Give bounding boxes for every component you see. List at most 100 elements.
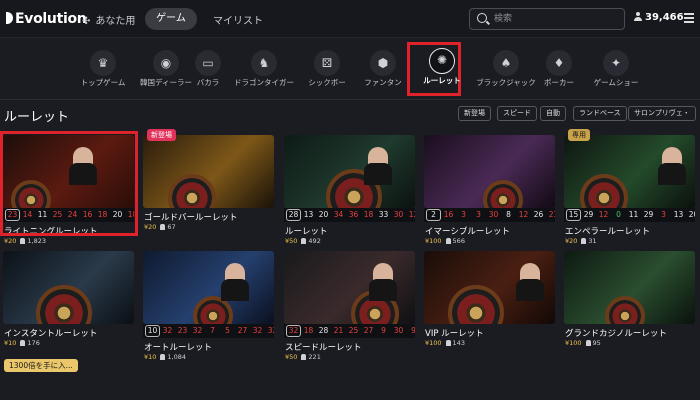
result-number: 32 [192,326,203,335]
dice-icon: ⚄ [314,50,340,76]
category-roulette[interactable]: ✺ ルーレット [407,42,461,96]
result-number: 12 [518,210,529,219]
filter-chip[interactable]: 新登場 [458,106,491,121]
game-meta: ¥50 221 [285,353,321,361]
game-thumbnail[interactable] [424,251,555,324]
roulette-icon: ✺ [429,48,455,74]
result-number: 25 [348,326,359,335]
result-number: 20 [688,210,695,219]
game-meta: ¥100 143 [425,339,465,347]
evolution-logo[interactable]: Evolution [6,11,87,27]
roulette-wheel-icon [483,180,523,208]
player-count: 1,084 [160,353,186,361]
player-count-value: 1,823 [27,237,47,245]
player-count: 31 [581,237,597,245]
category-trophy[interactable]: ♛ トップゲーム [68,44,138,96]
filter-chip[interactable]: ランドベース [573,106,627,121]
game-name: グランドカジノルーレット [565,329,667,339]
game-tile[interactable]: 2813 20 34 36 18 33 30 12 ルーレット¥50 492 [284,135,415,247]
game-meta: ¥100 95 [565,339,601,347]
player-count-value: 566 [452,237,465,245]
game-name: ルーレット [285,227,328,237]
hamburger-menu-icon[interactable] [684,13,694,23]
filter-chip[interactable]: スピード [497,106,537,121]
result-number: 25 [52,210,63,219]
result-number: 9 [381,326,386,335]
player-count-value: 1,084 [167,353,187,361]
result-number: 30 [488,210,499,219]
player-icon [445,238,451,244]
result-number: 18 [363,210,374,219]
recent-results: 2314 11 25 24 16 18 20 18 [3,208,134,222]
game-thumbnail[interactable] [143,251,274,324]
game-tile[interactable]: VIP ルーレット ¥100 143 [424,251,555,349]
result-number: 16 [82,210,93,219]
result-number: 30 [393,210,404,219]
game-thumbnail[interactable] [424,135,555,208]
game-meta: ¥20 67 [144,223,176,231]
game-tile[interactable]: 新登場 ゴールドバールーレット ¥20 67 [143,129,274,233]
player-icon [301,354,307,360]
result-number: 28 [286,209,301,221]
player-icon [20,340,26,346]
game-thumbnail[interactable] [564,135,695,208]
gameshow-icon: ✦ [603,50,629,76]
bet-limit: ¥10 [4,339,17,347]
game-thumbnail[interactable] [284,251,415,324]
result-number: 32 [286,325,301,337]
filter-chip[interactable]: サロンプリヴェ・ [628,106,696,121]
top-bar: Evolution ✣ あなた用 ゲーム マイリスト 39,466 [0,0,700,38]
filter-chip[interactable]: 自動 [540,106,566,121]
recent-results: 1529120112931320 [564,208,695,222]
bet-limit: ¥20 [565,237,578,245]
result-number: 3 [461,210,466,219]
game-tile[interactable]: インスタントルーレット ¥10 176 [3,251,134,349]
game-thumbnail[interactable] [284,135,415,208]
search-input[interactable] [494,11,619,27]
category-label: トップゲーム [80,78,126,87]
recent-results: 32 18 28 21 25 27 9 30 9 [284,324,415,338]
fantan-icon: ⬢ [370,50,396,76]
game-tile[interactable]: グランドカジノルーレット ¥100 95 [564,251,695,349]
player-count-value: 176 [27,339,40,347]
divider [0,99,700,100]
player-count-value: 67 [167,223,176,231]
result-number: 11 [37,210,48,219]
game-tile[interactable]: 2314 11 25 24 16 18 20 18 ライトニングルーレット¥20 1,823 [3,135,134,247]
result-number: 9 [411,326,415,335]
nav-for-you[interactable]: ✣ あなた用 [82,12,135,27]
game-meta: ¥10 176 [4,339,40,347]
tile-badge: 専用 [568,129,590,141]
game-thumbnail[interactable] [3,135,134,208]
game-name: VIP ルーレット [425,329,484,339]
result-number: 16 [443,210,454,219]
player-icon [20,238,26,244]
game-tile[interactable]: 1032233275273232オートルーレット¥101,084 [143,251,274,363]
bet-limit: ¥100 [425,237,442,245]
nav-my-list[interactable]: マイリスト [213,12,263,27]
game-thumbnail[interactable] [143,135,274,208]
player-count: 143 [445,339,465,347]
player-icon [445,340,451,346]
game-tile[interactable]: 専用1529120112931320エンペラールーレット¥2031 [564,129,695,247]
category-dragon[interactable]: ♞ ドラゴンタイガー [229,44,299,96]
game-tile[interactable]: 32 18 28 21 25 27 9 30 9 スピードルーレット ¥50 221 [284,251,415,363]
roulette-wheel-icon [36,284,92,324]
game-thumbnail[interactable] [3,251,134,324]
search-box[interactable] [469,8,625,30]
result-number: 23 [548,210,555,219]
game-thumbnail[interactable] [564,251,695,324]
player-count-value: 492 [308,237,321,245]
result-number: 13 [303,210,314,219]
recent-results: 216 3 3 30 8 12 26 23 [424,208,555,222]
category-gameshow[interactable]: ✦ ゲームショー [581,44,651,96]
result-number: 27 [363,326,374,335]
game-tile[interactable]: 216 3 3 30 8 12 26 23 イマーシブルーレット¥100 566 [424,135,555,247]
balance-display: 39,466 [634,12,684,23]
nav-game-tab[interactable]: ゲーム [145,8,197,30]
player-count: 95 [585,339,601,347]
result-number: 14 [22,210,33,219]
roulette-wheel-icon [448,284,504,324]
section-title: ルーレット [4,110,70,125]
result-number: 7 [210,326,215,335]
